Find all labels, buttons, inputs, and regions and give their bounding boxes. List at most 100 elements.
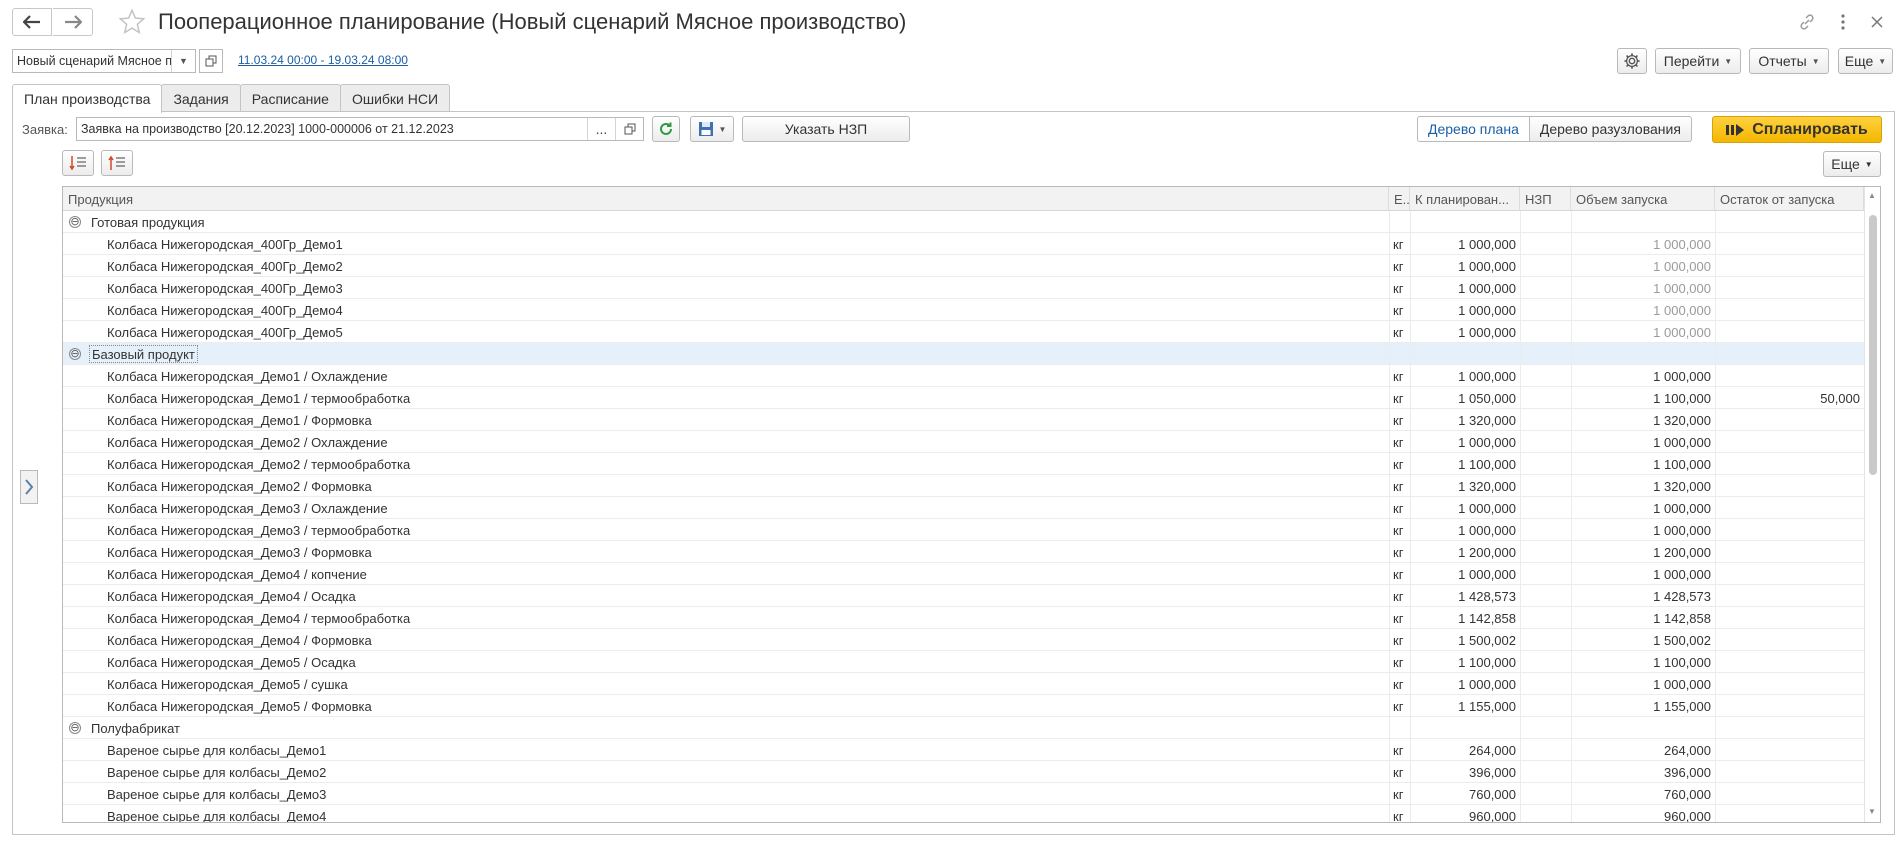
cell-unit[interactable]: кг <box>1393 629 1411 651</box>
cell-launch-rest[interactable] <box>1715 805 1864 822</box>
plan-button[interactable]: Спланировать <box>1712 116 1882 143</box>
cell-launch-rest[interactable] <box>1715 607 1864 629</box>
cell-nzp[interactable] <box>1520 453 1571 475</box>
close-button[interactable] <box>1863 8 1891 36</box>
tree-explosion-button[interactable]: Дерево разузлования <box>1529 116 1692 142</box>
cell-launch-volume[interactable]: 1 155,000 <box>1571 695 1715 717</box>
cell-product[interactable]: Колбаса Нижегородская_Демо2 / термообраб… <box>107 453 1377 475</box>
cell-launch-volume[interactable]: 1 000,000 <box>1571 299 1715 321</box>
cell-product[interactable]: Колбаса Нижегородская_400Гр_Демо1 <box>107 233 1377 255</box>
cell-product[interactable]: Колбаса Нижегородская_Демо3 / Охлаждение <box>107 497 1377 519</box>
cell-unit[interactable]: кг <box>1393 673 1411 695</box>
table-row[interactable]: Колбаса Нижегородская_400Гр_Демо5 кг 1 000… <box>63 321 1864 343</box>
tab-nsi-errors[interactable]: Ошибки НСИ <box>339 84 451 112</box>
cell-nzp[interactable] <box>1520 739 1571 761</box>
table-row[interactable]: Колбаса Нижегородская_Демо1 / термообраб… <box>63 387 1864 409</box>
cell-unit[interactable]: кг <box>1393 651 1411 673</box>
cell-product[interactable]: Колбаса Нижегородская_Демо4 / Формовка <box>107 629 1377 651</box>
cell-product[interactable]: Колбаса Нижегородская_Демо5 / Осадка <box>107 651 1377 673</box>
cell-to-plan[interactable]: 1 000,000 <box>1410 233 1520 255</box>
table-row[interactable]: Колбаса Нижегородская_Демо3 / Охлаждение… <box>63 497 1864 519</box>
order-open-button[interactable] <box>615 118 643 140</box>
cell-product[interactable]: Колбаса Нижегородская_400Гр_Демо5 <box>107 321 1377 343</box>
cell-unit[interactable]: кг <box>1393 541 1411 563</box>
cell-launch-volume[interactable]: 1 000,000 <box>1571 497 1715 519</box>
cell-unit[interactable]: кг <box>1393 519 1411 541</box>
vertical-scrollbar[interactable]: ▲ ▼ <box>1864 187 1880 822</box>
cell-launch-rest[interactable] <box>1715 651 1864 673</box>
cell-launch-volume[interactable]: 1 320,000 <box>1571 475 1715 497</box>
cell-launch-volume[interactable]: 1 500,002 <box>1571 629 1715 651</box>
cell-unit[interactable]: кг <box>1393 387 1411 409</box>
scenario-open-button[interactable] <box>199 49 223 73</box>
cell-launch-rest[interactable] <box>1715 783 1864 805</box>
cell-to-plan[interactable]: 1 100,000 <box>1410 651 1520 673</box>
cell-product[interactable]: Колбаса Нижегородская_Демо1 / термообраб… <box>107 387 1377 409</box>
cell-product[interactable]: Колбаса Нижегородская_400Гр_Демо3 <box>107 277 1377 299</box>
cell-to-plan[interactable]: 1 100,000 <box>1410 453 1520 475</box>
cell-launch-rest[interactable] <box>1715 255 1864 277</box>
cell-to-plan[interactable]: 1 155,000 <box>1410 695 1520 717</box>
cell-unit[interactable]: кг <box>1393 739 1411 761</box>
cell-unit[interactable]: кг <box>1393 299 1411 321</box>
table-row[interactable]: Колбаса Нижегородская_400Гр_Демо1 кг 1 000… <box>63 233 1864 255</box>
cell-nzp[interactable] <box>1520 695 1571 717</box>
cell-to-plan[interactable]: 1 000,000 <box>1410 277 1520 299</box>
cell-nzp[interactable] <box>1520 563 1571 585</box>
cell-unit[interactable]: кг <box>1393 431 1411 453</box>
cell-launch-rest[interactable] <box>1715 761 1864 783</box>
sort-descending-button[interactable] <box>62 150 94 176</box>
cell-product[interactable]: Вареное сырье для колбасы_Демо4 <box>107 805 1377 823</box>
col-header-nzp[interactable]: НЗП <box>1520 187 1571 211</box>
group-row[interactable]: ⊖ Готовая продукция <box>63 211 1864 233</box>
cell-launch-volume[interactable]: 1 000,000 <box>1571 519 1715 541</box>
cell-launch-rest[interactable] <box>1715 563 1864 585</box>
cell-unit[interactable]: кг <box>1393 761 1411 783</box>
table-row[interactable]: Колбаса Нижегородская_Демо5 / Формовка кг… <box>63 695 1864 717</box>
cell-nzp[interactable] <box>1520 387 1571 409</box>
cell-product[interactable]: Колбаса Нижегородская_Демо2 / Формовка <box>107 475 1377 497</box>
specify-nzp-button[interactable]: Указать НЗП <box>742 116 910 142</box>
cell-product[interactable]: Колбаса Нижегородская_Демо2 / Охлаждение <box>107 431 1377 453</box>
table-row[interactable]: Колбаса Нижегородская_Демо5 / Осадка кг 1 … <box>63 651 1864 673</box>
cell-to-plan[interactable]: 1 000,000 <box>1410 563 1520 585</box>
cell-unit[interactable]: кг <box>1393 321 1411 343</box>
cell-nzp[interactable] <box>1520 255 1571 277</box>
cell-launch-volume[interactable]: 1 100,000 <box>1571 387 1715 409</box>
cell-launch-rest[interactable] <box>1715 541 1864 563</box>
cell-launch-volume[interactable]: 1 000,000 <box>1571 277 1715 299</box>
table-row[interactable]: Колбаса Нижегородская_Демо4 / Формовка кг… <box>63 629 1864 651</box>
cell-launch-rest[interactable]: 50,000 <box>1715 387 1864 409</box>
cell-launch-rest[interactable] <box>1715 585 1864 607</box>
tab-production-plan[interactable]: План производства <box>12 84 163 113</box>
table-row[interactable]: Колбаса Нижегородская_400Гр_Демо2 кг 1 000… <box>63 255 1864 277</box>
cell-to-plan[interactable]: 1 000,000 <box>1410 497 1520 519</box>
cell-launch-volume[interactable]: 760,000 <box>1571 783 1715 805</box>
cell-product[interactable]: Колбаса Нижегородская_Демо4 / термообраб… <box>107 607 1377 629</box>
reports-button[interactable]: Отчеты ▼ <box>1749 48 1829 74</box>
link-button[interactable] <box>1793 8 1821 36</box>
cell-launch-rest[interactable] <box>1715 321 1864 343</box>
side-panel-toggle[interactable] <box>20 470 38 504</box>
table-row[interactable]: Колбаса Нижегородская_Демо3 / термообраб… <box>63 519 1864 541</box>
table-more-button[interactable]: Еще ▼ <box>1823 151 1881 177</box>
cell-unit[interactable]: кг <box>1393 563 1411 585</box>
goto-button[interactable]: Перейти ▼ <box>1655 48 1741 74</box>
scenario-select[interactable]: Новый сценарий Мясное производство ▼ <box>12 49 196 73</box>
table-row[interactable]: Колбаса Нижегородская_Демо4 / Осадка кг 1 … <box>63 585 1864 607</box>
cell-launch-rest[interactable] <box>1715 497 1864 519</box>
cell-launch-volume[interactable]: 1 000,000 <box>1571 233 1715 255</box>
col-header-launch-rest[interactable]: Остаток от запуска <box>1715 187 1864 211</box>
cell-launch-volume[interactable]: 264,000 <box>1571 739 1715 761</box>
cell-nzp[interactable] <box>1520 233 1571 255</box>
order-field[interactable]: Заявка на производство [20.12.2023] 1000… <box>76 117 644 141</box>
cell-unit[interactable]: кг <box>1393 255 1411 277</box>
table-row[interactable]: Колбаса Нижегородская_Демо2 / термообраб… <box>63 453 1864 475</box>
cell-unit[interactable]: кг <box>1393 783 1411 805</box>
cell-nzp[interactable] <box>1520 365 1571 387</box>
sort-ascending-button[interactable] <box>101 150 133 176</box>
cell-nzp[interactable] <box>1520 651 1571 673</box>
cell-launch-rest[interactable] <box>1715 695 1864 717</box>
collapse-toggle-icon[interactable]: ⊖ <box>69 216 81 228</box>
scroll-up-icon[interactable]: ▲ <box>1868 191 1876 200</box>
